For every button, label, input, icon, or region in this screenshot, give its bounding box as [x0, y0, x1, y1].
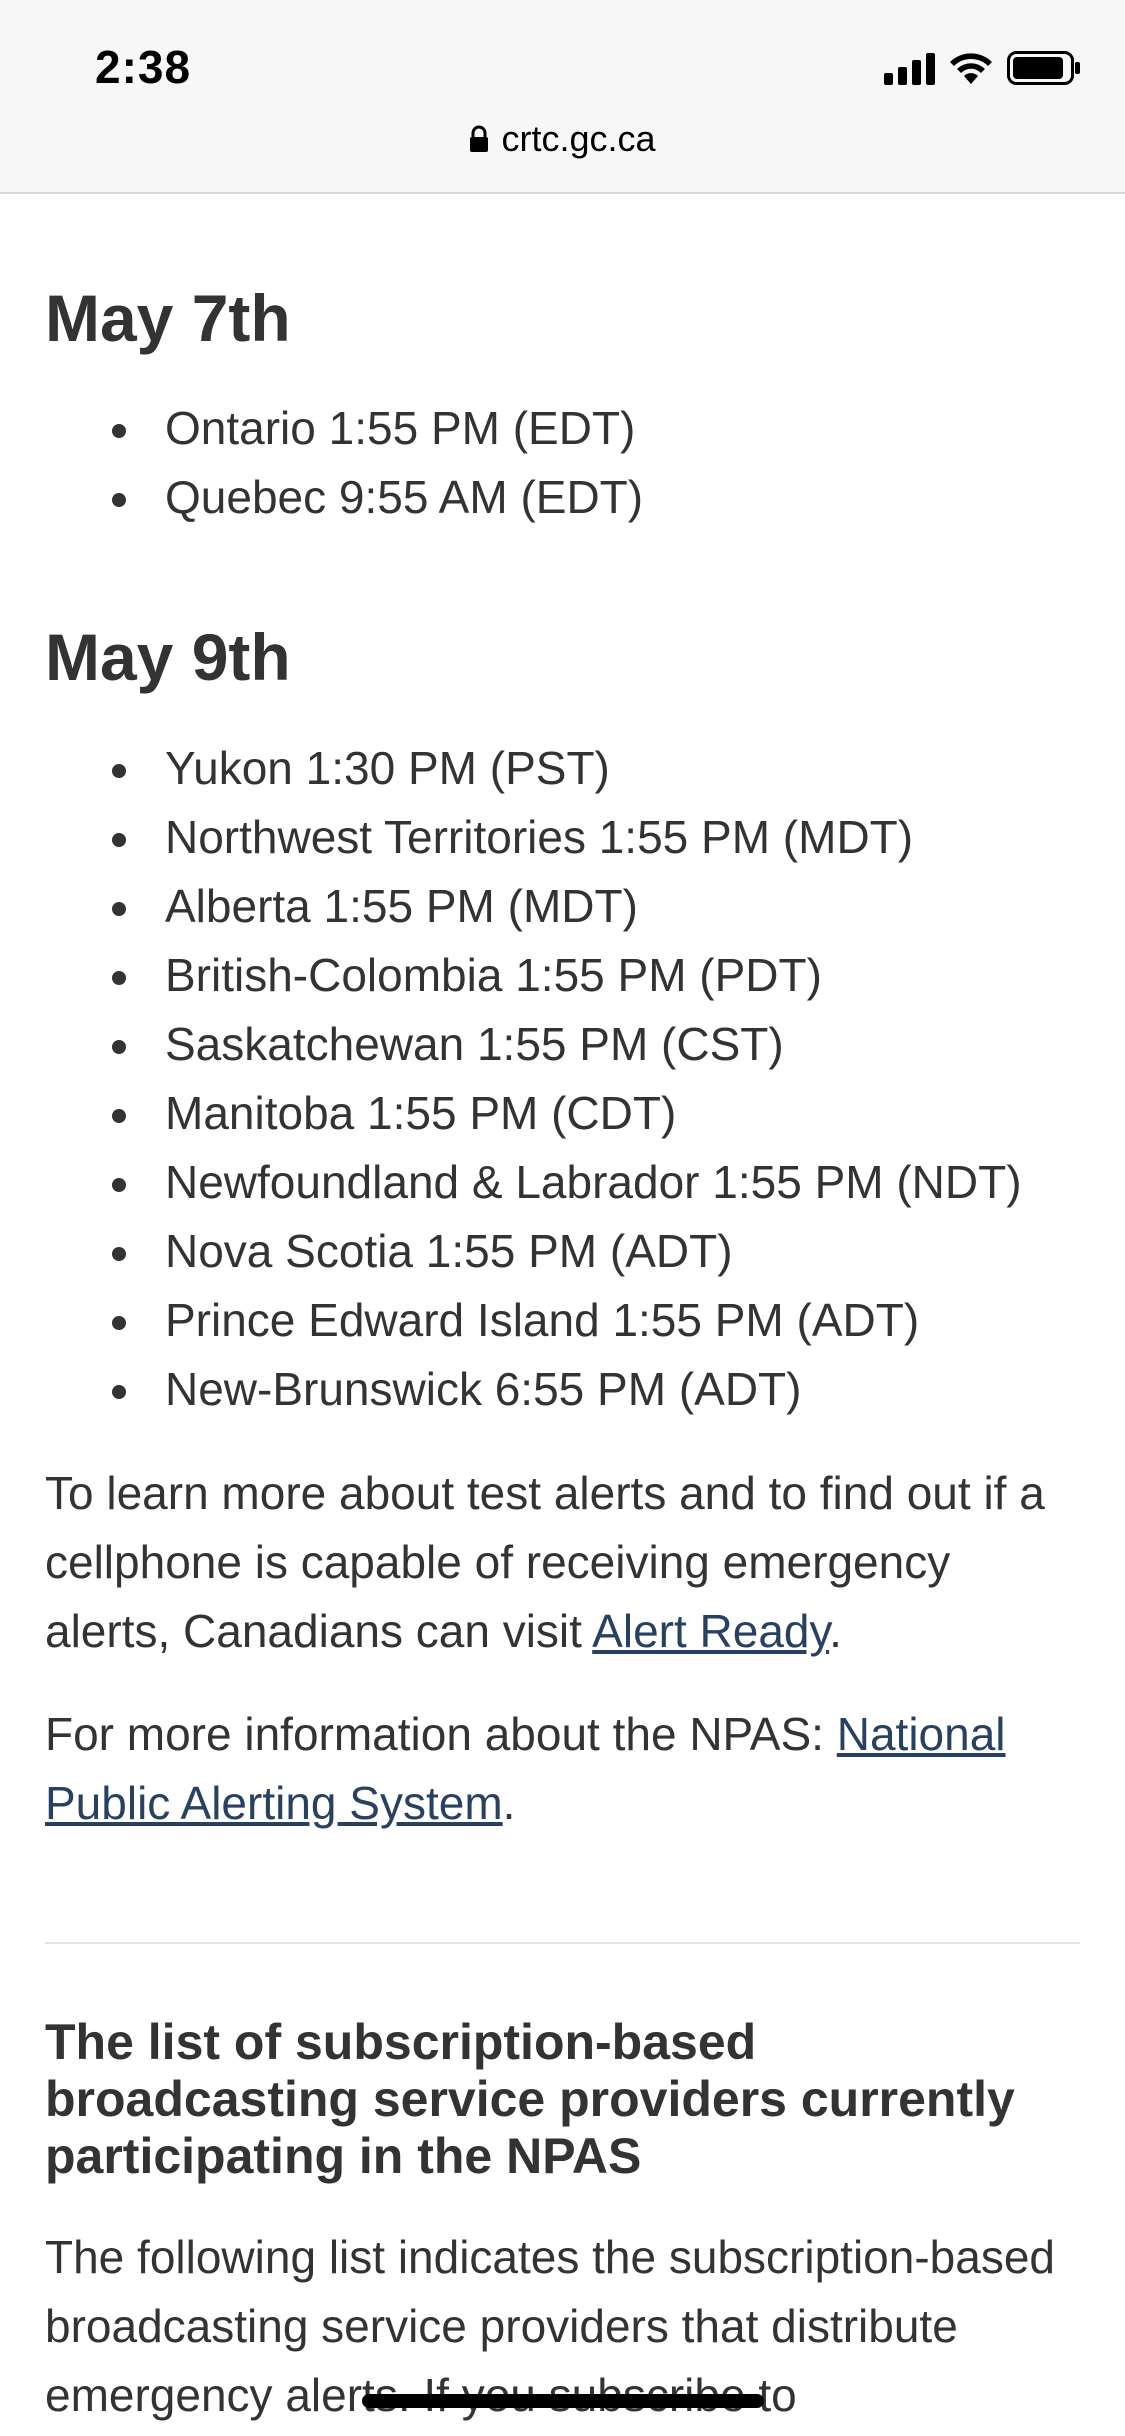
- list-item: Prince Edward Island 1:55 PM (ADT): [45, 1286, 1022, 1355]
- section-divider: [45, 1942, 1080, 1944]
- lock-icon: [469, 125, 489, 153]
- list-item: Newfoundland & Labrador 1:55 PM (NDT): [45, 1148, 1022, 1217]
- alert-ready-link[interactable]: Alert Ready: [592, 1605, 829, 1657]
- wifi-icon: [949, 51, 993, 85]
- providers-heading: The list of subscription-based broadcast…: [45, 2014, 1015, 2184]
- learn-more-end: .: [829, 1605, 842, 1657]
- list-item: New-Brunswick 6:55 PM (ADT): [45, 1355, 1022, 1424]
- npas-info-end: .: [502, 1777, 516, 1829]
- status-time: 2:38: [95, 41, 192, 93]
- address-bar[interactable]: crtc.gc.ca: [0, 118, 1125, 160]
- list-item: Northwest Territories 1:55 PM (MDT): [45, 803, 1022, 872]
- cellular-signal-icon: [884, 51, 935, 85]
- browser-top-bar: 2:38 crtc.gc.ca: [0, 0, 1125, 194]
- list-item: Yukon 1:30 PM (PST): [45, 734, 1022, 803]
- status-icons: [884, 50, 1081, 86]
- schedule-list-may-9: Yukon 1:30 PM (PST) Northwest Territorie…: [45, 734, 1022, 1424]
- list-item: Saskatchewan 1:55 PM (CST): [45, 1010, 1022, 1079]
- learn-more-paragraph: To learn more about test alerts and to f…: [45, 1459, 1080, 1666]
- schedule-list-may-7: Ontario 1:55 PM (EDT) Quebec 9:55 AM (ED…: [45, 394, 643, 532]
- list-item: Nova Scotia 1:55 PM (ADT): [45, 1217, 1022, 1286]
- section-heading-may-7: May 7th: [45, 281, 291, 355]
- list-item: Manitoba 1:55 PM (CDT): [45, 1079, 1022, 1148]
- list-item: Ontario 1:55 PM (EDT): [45, 394, 643, 463]
- list-item: Alberta 1:55 PM (MDT): [45, 872, 1022, 941]
- list-item: British-Colombia 1:55 PM (PDT): [45, 941, 1022, 1010]
- url-text: crtc.gc.ca: [501, 118, 656, 159]
- list-item: Quebec 9:55 AM (EDT): [45, 463, 643, 532]
- npas-info-paragraph: For more information about the NPAS: Nat…: [45, 1700, 1080, 1838]
- section-heading-may-9: May 9th: [45, 620, 291, 694]
- npas-info-text: For more information about the NPAS:: [45, 1708, 837, 1760]
- learn-more-text: To learn more about test alerts and to f…: [45, 1467, 1045, 1657]
- battery-icon: [1007, 50, 1081, 86]
- home-indicator[interactable]: [362, 2394, 764, 2408]
- screen: 2:38 crtc.gc.ca May 7th Ontario 1:55 PM …: [0, 0, 1125, 2436]
